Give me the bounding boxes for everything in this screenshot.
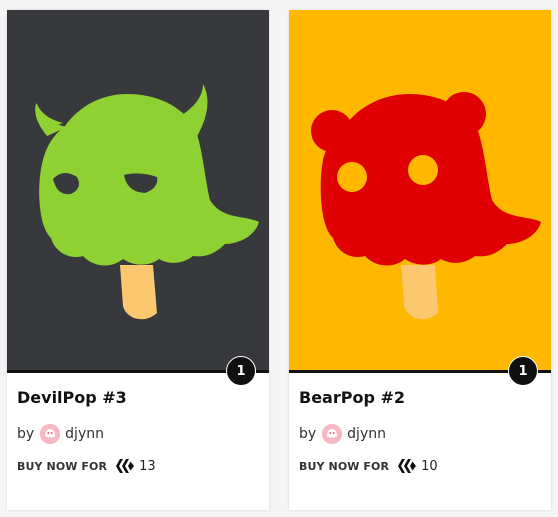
by-label: by [299,426,317,442]
hive-currency-icon [397,458,417,474]
devil-pop-character-icon [7,10,269,370]
nft-card-bearpop[interactable]: 1 BearPop #2 by djynn BUY NOW FOR 10 [289,10,551,510]
price-value: 10 [421,458,438,474]
buy-now-label: BUY NOW FOR [17,459,108,473]
nft-artwork[interactable]: 1 [289,10,551,386]
ghost-avatar-icon [322,424,343,444]
nft-card-devilpop[interactable]: 1 DevilPop #3 by djynn BUY NOW FOR 13 [7,10,269,510]
author-name[interactable]: djynn [65,426,104,442]
nft-title[interactable]: BearPop #2 [299,388,405,407]
nft-title[interactable]: DevilPop #3 [17,388,127,407]
nft-card-grid: 1 DevilPop #3 by djynn BUY NOW FOR 13 1 … [0,0,558,517]
author-avatar[interactable] [322,424,343,444]
author-byline: by djynn [299,423,386,445]
edition-count-badge: 1 [508,356,538,386]
price-value: 13 [139,458,156,474]
nft-artwork[interactable]: 1 [7,10,269,386]
hive-currency-icon [115,458,135,474]
edition-count-badge: 1 [226,356,256,386]
author-byline: by djynn [17,423,104,445]
buy-now-row[interactable]: BUY NOW FOR 10 [299,457,438,475]
buy-now-row[interactable]: BUY NOW FOR 13 [17,457,156,475]
bear-pop-character-icon [289,10,551,370]
ghost-avatar-icon [40,424,61,444]
author-avatar[interactable] [40,424,61,444]
by-label: by [17,426,35,442]
author-name[interactable]: djynn [347,426,386,442]
buy-now-label: BUY NOW FOR [299,459,390,473]
